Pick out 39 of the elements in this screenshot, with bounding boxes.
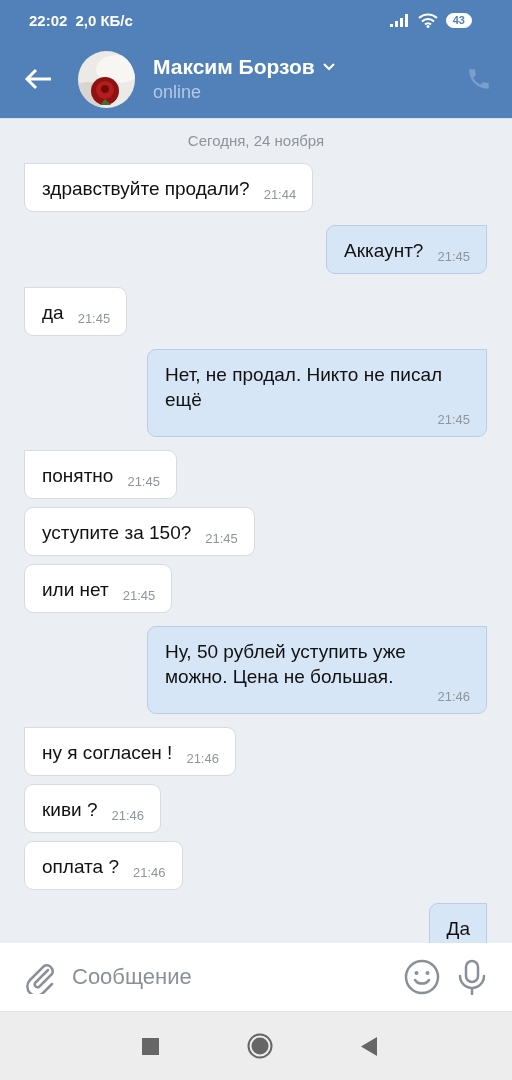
message-time: 21:45: [204, 531, 238, 547]
smiley-icon[interactable]: [404, 959, 440, 995]
message-bubble[interactable]: понятно 21:45: [24, 450, 177, 499]
wifi-icon: [417, 12, 438, 28]
contact-name[interactable]: Максим Борзов: [153, 55, 315, 79]
message-bubble[interactable]: уступите за 150? 21:45: [24, 507, 255, 556]
battery-level: 43: [445, 12, 472, 28]
back-icon[interactable]: [360, 1036, 377, 1056]
message-bubble[interactable]: оплата ? 21:46: [24, 841, 183, 890]
microphone-icon[interactable]: [456, 959, 488, 995]
message-time: 21:46: [110, 808, 145, 824]
message-bubble[interactable]: Ну, 50 рублей уступить уже можно. Цена не большая. 21:46: [147, 626, 487, 714]
signal-icon: [389, 13, 410, 27]
message-bubble[interactable]: или нет 21:45: [24, 564, 173, 613]
message-bubble[interactable]: Аккаунт? 21:45: [326, 225, 487, 274]
message-bubble[interactable]: да 21:45: [24, 287, 128, 336]
date-separator: Сегодня, 24 ноября: [186, 132, 326, 150]
message-time: 21:45: [126, 474, 160, 490]
message-bubble[interactable]: Нет, не продал. Никто не писал ещё 21:45: [147, 349, 487, 437]
message-time: 21:45: [121, 588, 156, 604]
online-status: online: [153, 82, 203, 103]
network-speed: 2,0 КБ/с: [75, 11, 133, 29]
message-bubble[interactable]: здравствуйте продали? 21:44: [24, 163, 314, 212]
home-icon[interactable]: [246, 1033, 273, 1059]
message-bubble[interactable]: киви ? 21:46: [24, 784, 162, 833]
message-bubble[interactable]: Да: [428, 903, 487, 943]
message-time: 21:45: [76, 311, 111, 327]
back-arrow-icon[interactable]: [24, 68, 52, 90]
message-composer[interactable]: Сообщение: [0, 943, 512, 1012]
message-time: 21:45: [436, 249, 470, 265]
message-time: 21:46: [185, 751, 219, 767]
recent-apps-icon[interactable]: [141, 1037, 159, 1055]
message-bubble[interactable]: ну я согласен ! 21:46: [24, 727, 236, 776]
clock-time: 22:02: [29, 11, 68, 29]
message-time: 21:44: [262, 187, 297, 203]
chevron-down-icon[interactable]: [322, 63, 335, 71]
message-time: 21:45: [436, 412, 470, 428]
message-time: 21:46: [436, 689, 470, 705]
message-time: 21:46: [132, 865, 166, 881]
